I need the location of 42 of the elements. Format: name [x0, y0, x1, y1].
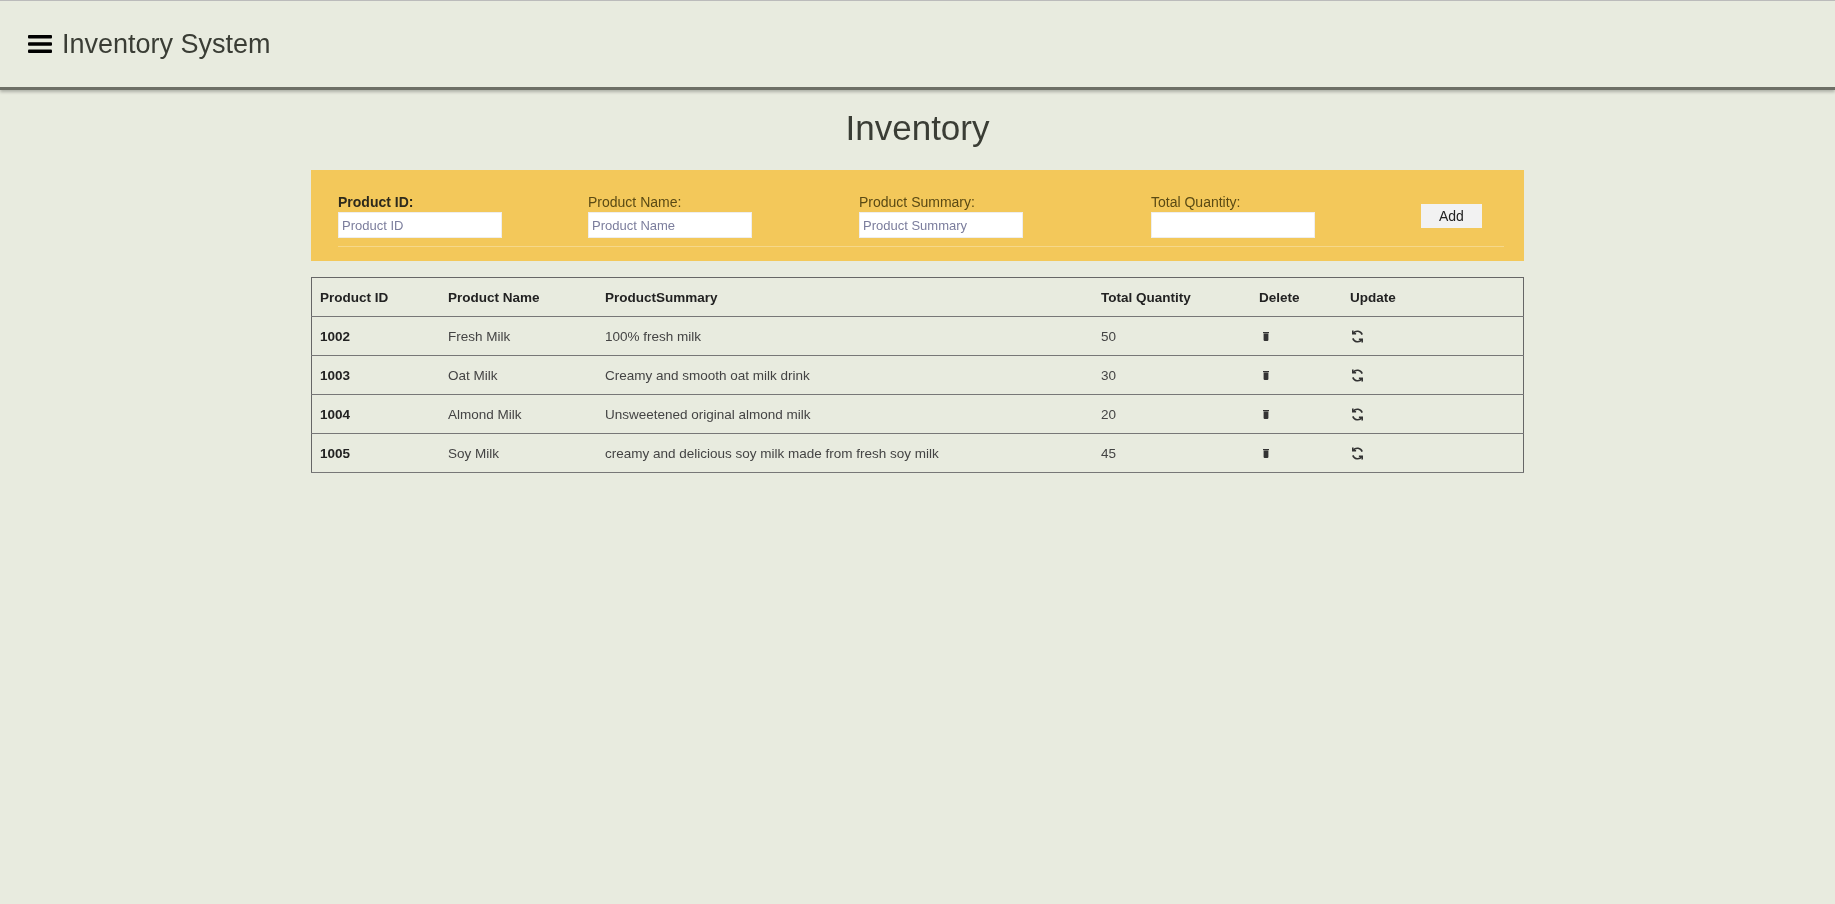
refresh-icon[interactable] [1350, 328, 1365, 344]
refresh-icon[interactable] [1350, 406, 1365, 422]
field-label: Product ID: [338, 194, 414, 210]
product-id-cell: 1003 [311, 355, 440, 395]
trash-icon[interactable] [1263, 331, 1269, 341]
column-header: Total Quantity [1093, 277, 1251, 317]
column-header: Product ID [311, 277, 440, 317]
add-button[interactable]: Add [1421, 204, 1482, 228]
column-header: Update [1342, 277, 1524, 317]
input-field[interactable]: Product ID [338, 212, 502, 238]
quantity-cell: 20 [1093, 394, 1251, 434]
refresh-icon[interactable] [1350, 367, 1365, 383]
product-id-cell: 1005 [311, 433, 440, 473]
input-field[interactable] [1151, 212, 1315, 238]
field-label: Total Quantity: [1151, 194, 1241, 210]
quantity-cell: 45 [1093, 433, 1251, 473]
column-header: ProductSummary [597, 277, 1093, 317]
product-id-cell: 1004 [311, 394, 440, 434]
trash-icon[interactable] [1263, 370, 1269, 380]
summary-cell: creamy and delicious soy milk made from fresh soy milk [597, 433, 1093, 473]
page-title: Inventory [845, 108, 990, 148]
field-label: Product Name: [588, 194, 682, 210]
app-title: Inventory System [62, 28, 271, 60]
product-name-cell: Almond Milk [440, 394, 597, 434]
quantity-cell: 30 [1093, 355, 1251, 395]
product-name-cell: Soy Milk [440, 433, 597, 473]
trash-icon[interactable] [1263, 409, 1269, 419]
menu-icon[interactable] [28, 34, 52, 54]
summary-cell: Creamy and smooth oat milk drink [597, 355, 1093, 395]
field-label: Product Summary: [859, 194, 975, 210]
input-field[interactable]: Product Summary [859, 212, 1023, 238]
refresh-icon[interactable] [1350, 445, 1365, 461]
product-name-cell: Fresh Milk [440, 316, 597, 356]
summary-cell: Unsweetened original almond milk [597, 394, 1093, 434]
trash-icon[interactable] [1263, 448, 1269, 458]
input-field[interactable]: Product Name [588, 212, 752, 238]
product-name-cell: Oat Milk [440, 355, 597, 395]
column-header: Delete [1251, 277, 1342, 317]
summary-cell: 100% fresh milk [597, 316, 1093, 356]
quantity-cell: 50 [1093, 316, 1251, 356]
product-id-cell: 1002 [311, 316, 440, 356]
column-header: Product Name [440, 277, 597, 317]
